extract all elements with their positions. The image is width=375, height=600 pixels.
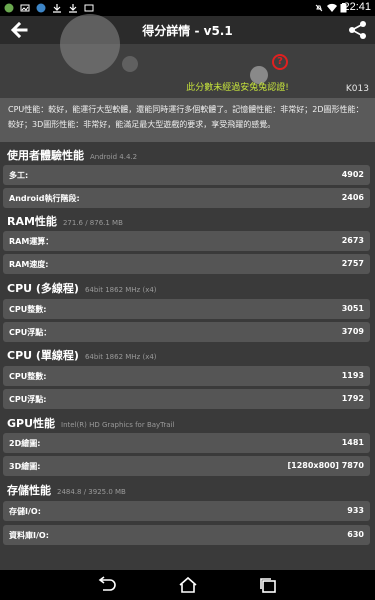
status-bar: 22:41 [0,0,375,16]
score-label: RAM速度: [9,260,49,269]
score-row-cpu-float: CPU浮點： 3709 [3,322,370,342]
system-nav-bar [0,570,375,600]
score-value: 1792 [341,394,364,403]
section-title: CPU (單線程) [7,349,79,362]
section-title: 存儲性能 [7,484,51,497]
score-row-multitask: 多工: 4902 [3,165,370,185]
score-label: 2D繪圖: [9,439,41,448]
section-title: 使用者體驗性能 [7,149,84,162]
score-label: CPU整數: [9,372,47,381]
section-subtitle: 271.6 / 876.1 MB [62,219,123,227]
image-icon [20,4,30,12]
score-row-cpu-integer: CPU整數: 1193 [3,366,370,386]
score-row-runtime: Android執行階段: 2406 [3,188,370,208]
score-row-cpu-float: CPU浮點: 1792 [3,389,370,409]
score-label: CPU整數: [9,305,47,314]
score-row-ram-speed: RAM速度: 2757 [3,254,370,274]
score-ring-decoration [60,14,120,74]
home-icon[interactable] [177,576,199,594]
score-label: Android執行階段: [9,194,80,203]
score-value: 3051 [341,304,364,313]
wifi-icon [327,3,337,13]
score-value: 2406 [341,193,364,202]
app-bar: 得分詳情 - v5.1 [0,16,375,44]
score-row-database-io: 資料庫I/O: 630 [3,525,370,545]
section-subtitle: 64bit 1862 MHz (x4) [84,353,157,361]
score-row-cpu-integer: CPU整數: 3051 [3,299,370,319]
score-row-3d-graphics: 3D繪圖: [1280x800] 7870 [3,456,370,476]
section-header-cpu-multi: CPU (多線程) 64bit 1862 MHz (x4) [0,277,375,297]
device-name: K013 [345,84,369,94]
score-label: 多工: [9,171,29,180]
score-label: CPU浮點： [9,328,52,337]
score-value: 630 [347,530,364,539]
section-subtitle: Android 4.4.2 [90,153,138,161]
section-title: RAM性能 [7,215,57,228]
image-icon [84,4,94,12]
score-row-ram-operation: RAM運算： 2673 [3,231,370,251]
score-value: 1481 [341,438,364,447]
score-ring-decoration [122,56,138,72]
score-label: CPU浮點: [9,395,47,404]
share-icon[interactable] [347,20,369,40]
section-subtitle: 2484.8 / 3925.0 MB [57,488,126,496]
status-time: 22:41 [343,1,371,13]
section-header-gpu: GPU性能 Intel(R) HD Graphics for BayTrail [0,412,375,432]
section-header-ux: 使用者體驗性能 Android 4.4.2 [0,144,375,164]
section-title: CPU (多線程) [7,282,79,295]
score-value: 4902 [341,170,364,179]
score-row-2d-graphics: 2D繪圖: 1481 [3,433,370,453]
score-label: 資料庫I/O: [9,531,49,540]
score-value: [1280x800] 7870 [287,461,365,470]
score-label: RAM運算： [9,237,54,246]
section-header-cpu-single: CPU (單線程) 64bit 1862 MHz (x4) [0,344,375,364]
notification-icon [4,3,14,13]
page-title: 得分詳情 - v5.1 [142,24,233,38]
performance-description: CPU性能：較好，能運行大型軟體，還能同時運行多個軟體了。記憶體性能：非常好；2… [0,98,375,142]
silent-mode-icon [315,4,323,12]
score-value: 3709 [341,327,364,336]
help-icon[interactable]: ? [272,54,288,70]
section-subtitle: 64bit 1862 MHz (x4) [84,286,157,294]
score-row-storage-io: 存儲I/O: 933 [3,501,370,521]
score-value: 933 [347,506,364,515]
download-icon [69,4,77,13]
uncertified-warning: 此分數未經過安兔兔認證! [186,83,289,93]
score-value: 2673 [341,236,364,245]
score-label: 3D繪圖: [9,462,41,471]
score-label: 存儲I/O: [9,507,41,516]
score-hero: ? 此分數未經過安兔兔認證! K013 [0,14,375,98]
score-value: 1193 [341,371,364,380]
score-value: 2757 [341,259,364,268]
recent-apps-icon[interactable] [257,576,279,594]
section-header-ram: RAM性能 271.6 / 876.1 MB [0,210,375,230]
section-title: GPU性能 [7,417,56,430]
browser-icon [36,3,46,13]
back-icon[interactable] [95,576,117,594]
section-subtitle: Intel(R) HD Graphics for BayTrail [61,421,175,429]
section-header-storage: 存儲性能 2484.8 / 3925.0 MB [0,479,375,499]
download-icon [53,4,61,13]
